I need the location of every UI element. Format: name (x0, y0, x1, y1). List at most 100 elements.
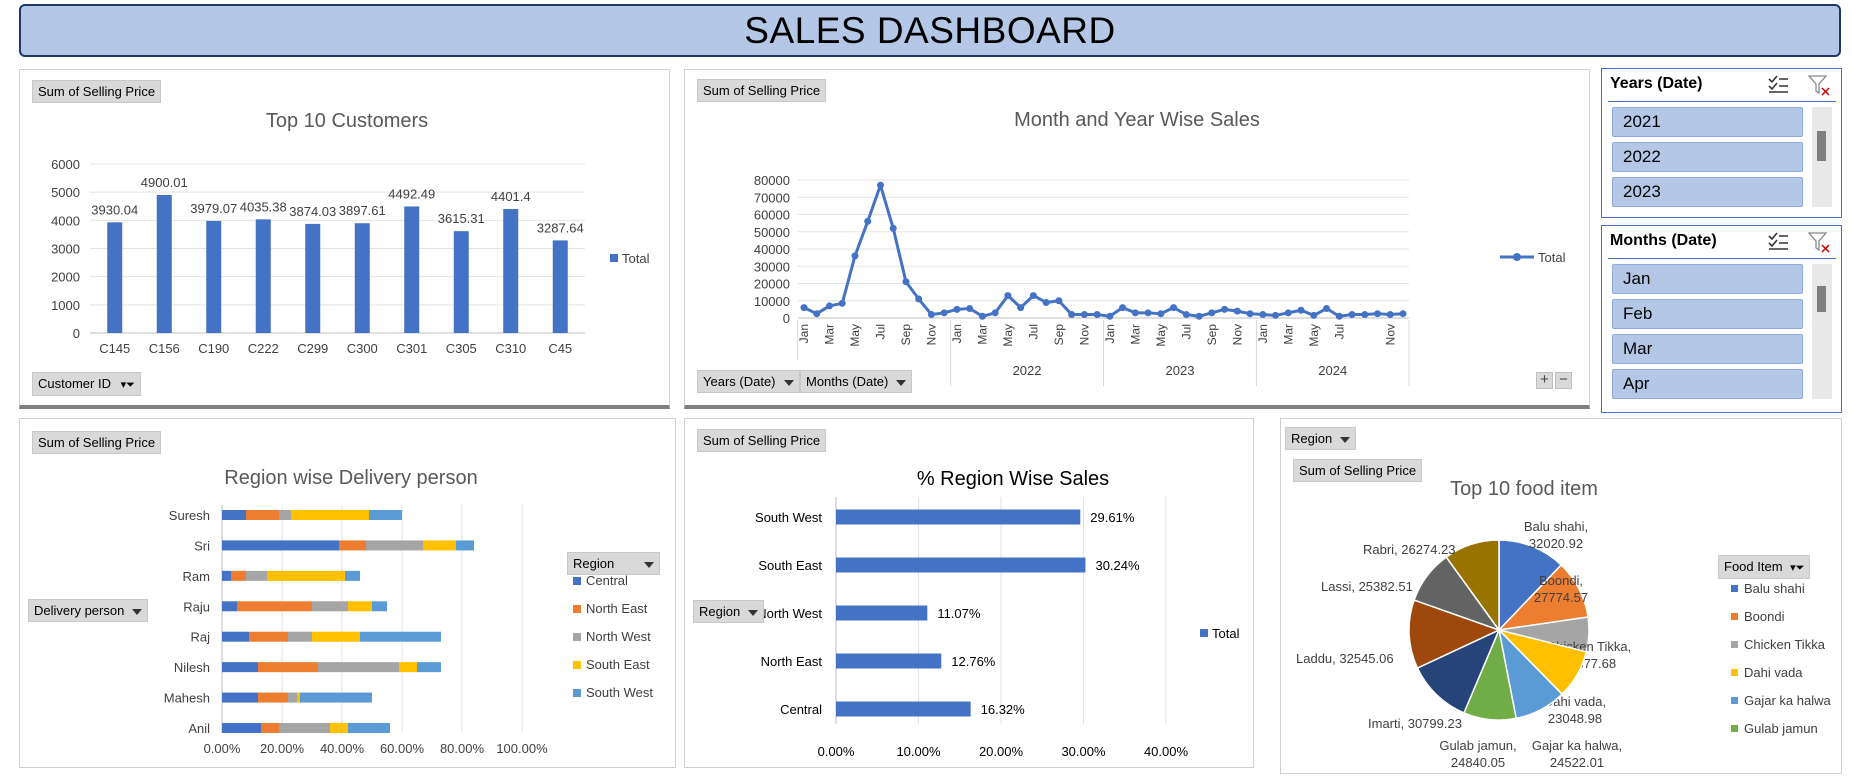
x-tick-label: Sep (1205, 324, 1219, 346)
data-label: 4492.49 (388, 186, 435, 201)
monthly-sales-panel[interactable]: Month and Year Wise Sales 0 10000 20000 3000… (684, 69, 1590, 409)
bar-segment (312, 631, 360, 642)
monthly-value-field-button[interactable]: Sum of Selling Price (697, 79, 827, 102)
months-field-button[interactable]: Months (Date) (800, 370, 913, 393)
axis-field-label: Delivery person (34, 603, 125, 618)
years-field-button[interactable]: Years (Date) (697, 370, 800, 393)
months-slicer-title: Months (Date) (1610, 232, 1717, 249)
bar-segment (246, 510, 279, 520)
data-label: 16.32% (981, 702, 1026, 717)
legend-label: Central (586, 573, 628, 588)
slicer-item-feb[interactable]: Feb (1612, 299, 1803, 329)
data-point (825, 302, 833, 310)
multi-select-icon[interactable] (1767, 232, 1789, 252)
data-label: 11.07% (937, 606, 981, 621)
filter-icon: ▾⏷ (120, 379, 135, 391)
legend-field-label: Food Item (1724, 559, 1783, 574)
x-tick-label: Jan (1103, 324, 1117, 343)
x-tick-label: Mar (1128, 324, 1142, 345)
slicer-item-jan[interactable]: Jan (1612, 264, 1803, 294)
bar-segment (291, 510, 369, 520)
bar-segment (222, 570, 231, 581)
y-tick-label: 0 (783, 311, 790, 326)
bar-segment (267, 570, 345, 581)
filter-icon: ▾⏷ (1790, 562, 1805, 574)
bar-segment (372, 601, 387, 612)
x-tick-label: Nov (1383, 324, 1397, 345)
multi-select-icon[interactable] (1767, 75, 1789, 95)
data-label: 3979.07 (190, 201, 237, 216)
years-slicer[interactable]: Years (Date) 2021 2022 2023 (1601, 68, 1842, 218)
customer-id-field-button[interactable]: Customer ID ▾⏷ (32, 372, 141, 396)
scrollbar-thumb[interactable] (1817, 286, 1826, 312)
y-tick-label: 60000 (754, 208, 790, 223)
y-tick-label: Ram (183, 569, 210, 584)
data-point (902, 278, 910, 286)
region-filter-field-button[interactable]: Region (1285, 427, 1357, 450)
clear-filter-icon[interactable] (1807, 231, 1831, 253)
legend-swatch (573, 689, 581, 697)
customers-value-field-button[interactable]: Sum of Selling Price (32, 80, 162, 103)
bar-segment (330, 723, 348, 733)
x-tick-label: Mar (1281, 324, 1295, 345)
data-point (1233, 307, 1241, 315)
data-label: 3615.31 (438, 211, 485, 226)
y-tick-label: Central (780, 702, 822, 717)
slicer-item-2023[interactable]: 2023 (1612, 177, 1803, 207)
data-point (1017, 304, 1025, 312)
legend-swatch (1200, 629, 1208, 637)
months-field-label: Months (Date) (806, 374, 889, 389)
food-value-field-button[interactable]: Sum of Selling Price (1293, 459, 1423, 482)
collapse-field-button[interactable]: − (1555, 372, 1572, 389)
bar-segment (345, 570, 360, 581)
x-tick-label: 80.00% (440, 741, 485, 756)
x-tick-label: Nov (924, 324, 938, 345)
data-point (915, 295, 923, 303)
region-legend-field-button[interactable]: Region (567, 552, 661, 575)
months-slicer[interactable]: Months (Date) Jan Feb Mar Apr (1601, 225, 1842, 413)
data-point (864, 217, 872, 225)
bar-segment (279, 510, 291, 520)
data-label: 3287.64 (537, 220, 584, 235)
clear-filter-icon[interactable] (1807, 74, 1831, 96)
data-point (1335, 312, 1343, 320)
slicer-item-label: 2023 (1623, 182, 1661, 201)
slice-label: 24840.05 (1451, 755, 1505, 770)
slicer-item-2022[interactable]: 2022 (1612, 142, 1803, 172)
bar-segment (279, 723, 330, 733)
data-label: 3874.03 (289, 204, 336, 219)
y-tick-label: Mahesh (164, 691, 210, 706)
x-tick-label: C156 (149, 341, 180, 356)
slicer-header-rule (1608, 101, 1836, 102)
region-value-field-button[interactable]: Sum of Selling Price (697, 429, 827, 452)
x-tick-label: 100.00% (496, 741, 548, 756)
region-sales-panel[interactable]: % Region Wise Sales 0.00% 10.00% 20.00% 30.0… (684, 418, 1254, 768)
data-label: 29.61% (1090, 510, 1135, 525)
y-tick-label: Sri (194, 538, 210, 553)
delivery-person-field-button[interactable]: Delivery person (28, 599, 149, 622)
x-tick-label: Jan (1256, 324, 1270, 343)
slicer-item-mar[interactable]: Mar (1612, 334, 1803, 364)
slicer-item-apr[interactable]: Apr (1612, 369, 1803, 399)
scrollbar-thumb[interactable] (1817, 131, 1826, 161)
slice-label: Laddu, 32545.06 (1296, 651, 1394, 666)
bar-segment (297, 692, 300, 703)
top-customers-panel[interactable]: Top 10 Customers 0 1000 2000 3000 4000 5000 600… (19, 69, 670, 409)
expand-field-button[interactable]: + (1536, 372, 1553, 389)
data-point (1170, 304, 1178, 312)
x-tick-label: Mar (822, 324, 836, 345)
delivery-person-panel[interactable]: Region wise Delivery person 0.00% 20.00% 40… (19, 418, 676, 768)
months-slicer-scrollbar[interactable] (1812, 264, 1832, 399)
food-item-legend-field-button[interactable]: Food Item ▾⏷ (1718, 555, 1811, 579)
data-point (1348, 311, 1356, 319)
region-axis-field-button[interactable]: Region (693, 600, 765, 623)
top-food-panel[interactable]: Top 10 food item Balu shahi, 32020.92 Boond… (1280, 418, 1842, 774)
slicer-item-2021[interactable]: 2021 (1612, 107, 1803, 137)
bar-segment (231, 570, 246, 581)
legend-label: Gajar ka halwa (1744, 693, 1831, 708)
data-point (940, 309, 948, 317)
years-slicer-scrollbar[interactable] (1812, 107, 1832, 207)
bar (107, 222, 123, 333)
slice-label: Gulab jamun, (1439, 738, 1516, 753)
delivery-value-field-button[interactable]: Sum of Selling Price (32, 431, 162, 454)
